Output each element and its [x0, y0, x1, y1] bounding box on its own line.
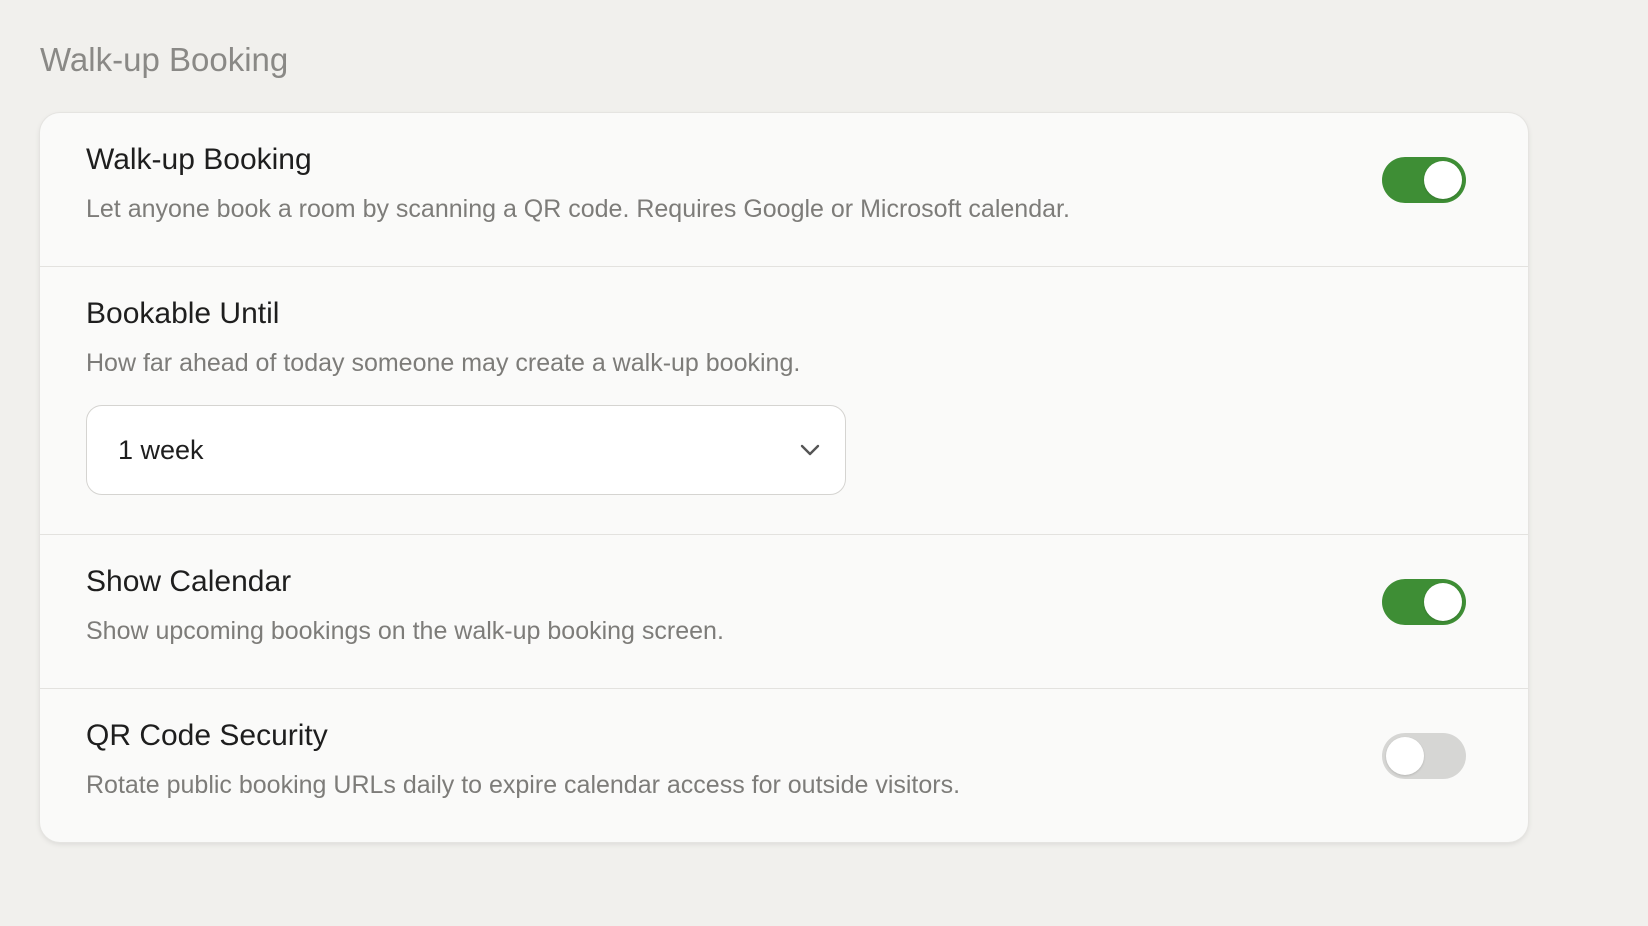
- setting-row-qr-code-security: QR Code Security Rotate public booking U…: [40, 689, 1528, 842]
- setting-title: Walk-up Booking: [86, 143, 312, 176]
- bookable-until-select[interactable]: 1 week: [86, 405, 846, 495]
- toggle-knob: [1424, 161, 1462, 199]
- setting-row-show-calendar: Show Calendar Show upcoming bookings on …: [40, 535, 1528, 689]
- setting-description: Let anyone book a room by scanning a QR …: [86, 195, 1070, 223]
- setting-title: Show Calendar: [86, 565, 292, 598]
- show-calendar-toggle[interactable]: [1382, 579, 1466, 625]
- setting-row-bookable-until: Bookable Until How far ahead of today so…: [40, 267, 1528, 535]
- settings-card: Walk-up Booking Let anyone book a room b…: [40, 113, 1528, 842]
- page-title: Walk-up Booking: [40, 41, 289, 78]
- select-value: 1 week: [118, 435, 204, 465]
- toggle-knob: [1424, 583, 1462, 621]
- setting-description: How far ahead of today someone may creat…: [86, 349, 801, 377]
- setting-title: Bookable Until: [86, 297, 280, 330]
- setting-row-walkup-booking: Walk-up Booking Let anyone book a room b…: [40, 113, 1528, 267]
- setting-description: Show upcoming bookings on the walk-up bo…: [86, 617, 724, 645]
- setting-description: Rotate public booking URLs daily to expi…: [86, 771, 961, 799]
- chevron-down-icon: [800, 444, 820, 456]
- setting-title: QR Code Security: [86, 719, 328, 752]
- walkup-booking-toggle[interactable]: [1382, 157, 1466, 203]
- qr-code-security-toggle[interactable]: [1382, 733, 1466, 779]
- toggle-knob: [1386, 737, 1424, 775]
